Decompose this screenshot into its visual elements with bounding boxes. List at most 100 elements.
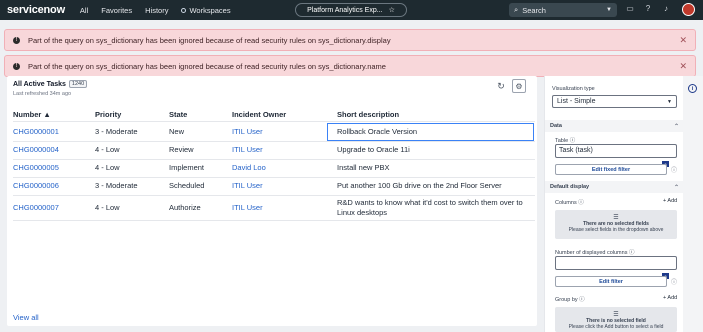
table-row-priority: 4 - Low: [95, 203, 120, 212]
column-header-number[interactable]: Number ▲: [13, 110, 51, 119]
group-by-empty-state: ☰ There is no selected field Please clic…: [555, 307, 677, 332]
data-section-header[interactable]: Data ⌃: [545, 120, 684, 132]
list-icon: ☰: [613, 215, 619, 221]
columns-label-text: Columns: [555, 200, 577, 206]
table-row-number[interactable]: CHG0000007: [13, 203, 59, 213]
table-row-description: R&D wants to know what it'd cost to swit…: [337, 198, 523, 217]
table-row-priority: 4 - Low: [95, 145, 120, 154]
servicenow-logo[interactable]: servicenow: [7, 4, 65, 16]
column-header-state[interactable]: State: [169, 110, 187, 119]
table-row-state: New: [169, 127, 185, 136]
nav-history[interactable]: History: [145, 6, 168, 15]
table-field[interactable]: Task (task): [555, 144, 677, 158]
table-row-priority: 3 - Moderate: [95, 181, 138, 190]
table-row-description: Upgrade to Oracle 11i: [337, 145, 410, 154]
gear-icon[interactable]: ⚙: [512, 79, 526, 93]
info-icon[interactable]: i: [688, 84, 697, 93]
nav-workspaces-label: Workspaces: [189, 5, 231, 15]
star-icon[interactable]: ☆: [389, 6, 395, 14]
viz-type-select[interactable]: List - Simple ▼: [552, 95, 677, 108]
search-placeholder: Search: [522, 5, 546, 15]
table-row-owner[interactable]: ITIL User: [232, 145, 263, 155]
edit-fixed-filter-button[interactable]: Edit fixed filter: [555, 164, 667, 175]
alert-banner: ! Part of the query on sys_dictionary ha…: [4, 55, 696, 77]
config-panel: Visualization type List - Simple ▼ Data …: [544, 76, 684, 332]
divider: [13, 159, 535, 160]
chevron-down-icon: ▼: [667, 98, 672, 105]
table-row-owner[interactable]: David Loo: [232, 163, 266, 173]
columns-label: Columns ⓘ: [555, 198, 584, 206]
nav-icons: ▭ ? ♪: [625, 3, 671, 13]
column-header-description[interactable]: Short description: [337, 110, 399, 119]
column-header-owner[interactable]: Incident Owner: [232, 110, 286, 119]
info-icon[interactable]: ⓘ: [579, 297, 585, 303]
alert-text: Part of the query on sys_dictionary has …: [28, 35, 391, 45]
table-row-priority: 4 - Low: [95, 163, 120, 172]
list-panel: All Active Tasks 1240 Last refreshed 34m…: [7, 76, 537, 326]
alert-icon: !: [13, 62, 20, 70]
info-icon[interactable]: ⓘ: [671, 277, 677, 286]
search-input[interactable]: ⌕ Search ▼: [509, 3, 617, 17]
chevron-up-icon: ⌃: [673, 184, 679, 191]
info-icon[interactable]: ⓘ: [578, 200, 584, 206]
list-title: All Active Tasks 1240: [13, 80, 88, 88]
group-by-label: Group by ⓘ: [555, 295, 585, 303]
edit-filter-button[interactable]: Edit filter: [555, 276, 667, 287]
table-row-state: Implement: [169, 163, 205, 172]
avatar[interactable]: [682, 3, 695, 16]
view-all-link[interactable]: View all: [13, 313, 39, 322]
table-row-number[interactable]: CHG0000005: [13, 163, 59, 173]
chat-icon[interactable]: ▭: [625, 3, 635, 13]
default-display-section-header[interactable]: Default display ⌃: [545, 181, 684, 193]
app-title-pill[interactable]: Platform Analytics Exp... ☆: [295, 3, 407, 17]
table-row-state: Authorize: [169, 203, 201, 212]
list-title-text: All Active Tasks: [13, 80, 66, 88]
chevron-up-icon: ⌃: [673, 123, 679, 130]
table-row-number[interactable]: CHG0000006: [13, 181, 59, 191]
search-icon: ⌕: [514, 5, 519, 14]
table-row-description: Put another 100 Gb drive on the 2nd Floo…: [337, 181, 502, 190]
column-header-priority[interactable]: Priority: [95, 110, 121, 119]
table-row-priority: 3 - Moderate: [95, 127, 138, 136]
table-row-owner[interactable]: ITIL User: [232, 203, 263, 213]
workspaces-icon: [181, 8, 187, 14]
data-section-label: Data: [550, 123, 562, 129]
columns-empty-state: ☰ There are no selected fields Please se…: [555, 210, 677, 239]
table-row-number[interactable]: CHG0000001: [13, 127, 59, 137]
table-row-number[interactable]: CHG0000004: [13, 145, 59, 155]
num-columns-label: Number of displayed columns ⓘ: [555, 248, 635, 256]
list-icon: ☰: [613, 312, 619, 318]
divider: [13, 121, 535, 122]
default-display-label: Default display: [550, 184, 590, 190]
alert-text: Part of the query on sys_dictionary has …: [28, 61, 386, 71]
table-label: Table ⓘ: [555, 136, 575, 144]
alert-icon: !: [13, 36, 20, 44]
help-icon[interactable]: ?: [643, 3, 653, 13]
viz-type-value: List - Simple: [557, 98, 596, 105]
num-columns-input[interactable]: [555, 256, 677, 270]
refresh-icon[interactable]: ↻: [496, 81, 506, 91]
close-icon[interactable]: ✕: [679, 61, 687, 72]
table-row-description: Rollback Oracle Version: [337, 127, 418, 136]
nav-links: All Favorites History Workspaces: [80, 6, 231, 15]
app-title: Platform Analytics Exp...: [307, 6, 383, 14]
table-row-owner[interactable]: ITIL User: [232, 127, 263, 137]
viz-type-label: Visualization type: [552, 86, 595, 92]
info-icon[interactable]: ⓘ: [671, 165, 677, 174]
last-refreshed: Last refreshed 34m ago: [13, 91, 72, 97]
nav-all[interactable]: All: [80, 6, 88, 15]
chevron-down-icon[interactable]: ▼: [606, 7, 612, 13]
add-group-by-button[interactable]: + Add: [663, 295, 677, 301]
bell-icon[interactable]: ♪: [661, 3, 671, 13]
no-fields-hint: Please select fields in the dropdown abo…: [568, 227, 664, 233]
nav-favorites[interactable]: Favorites: [101, 6, 132, 15]
divider: [13, 195, 535, 196]
divider: [13, 177, 535, 178]
table-row-owner[interactable]: ITIL User: [232, 181, 263, 191]
top-navigation: servicenow All Favorites History Workspa…: [0, 0, 703, 20]
add-columns-button[interactable]: + Add: [663, 198, 677, 204]
close-icon[interactable]: ✕: [679, 35, 687, 46]
table-row-state: Review: [169, 145, 194, 154]
no-field-hint: Please click the Add button to select a …: [568, 324, 664, 330]
nav-workspaces[interactable]: Workspaces: [181, 5, 231, 15]
